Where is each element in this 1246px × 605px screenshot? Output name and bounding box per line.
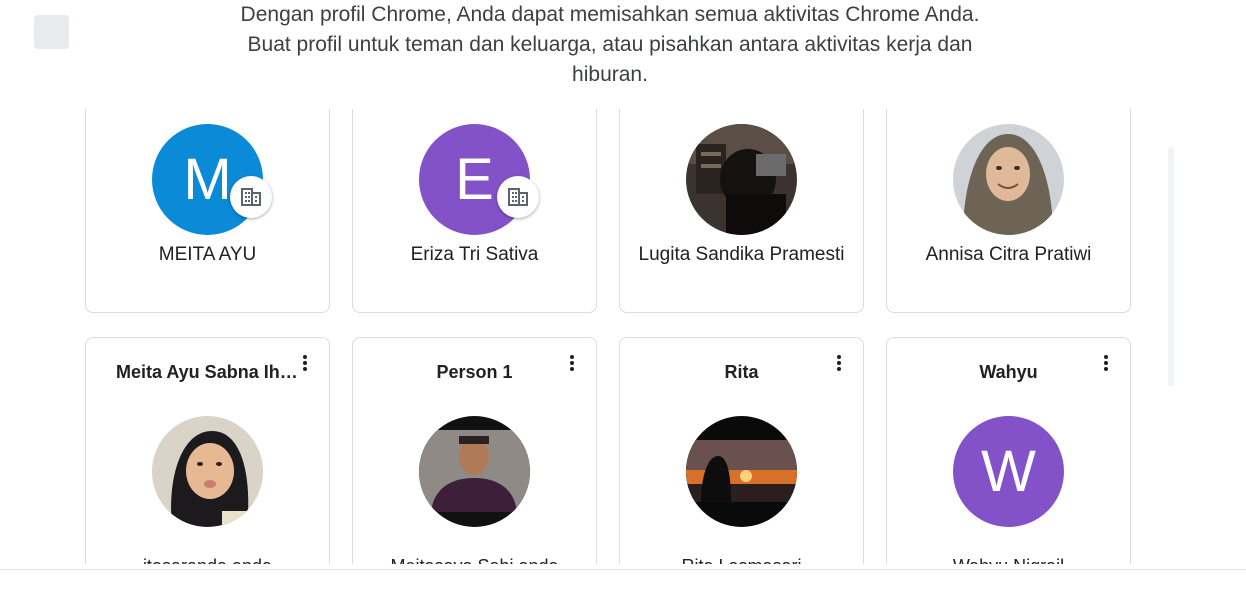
profile-title: Wahyu xyxy=(979,362,1038,382)
profile-card[interactable]: Meita Ayu Sabna Ihsani itasaranda anda xyxy=(85,337,330,564)
profile-grid: M MEITA AYU E Eriza Tri Sativa Lugita Sa… xyxy=(0,109,1246,564)
profile-name: Rita Lasmasari xyxy=(630,556,853,564)
profile-name: Lugita Sandika Pramesti xyxy=(638,244,845,265)
profile-card-managed[interactable]: M MEITA AYU xyxy=(85,109,330,313)
building-icon xyxy=(230,176,272,218)
man-portrait-photo xyxy=(419,416,530,527)
profile-title: Person 1 xyxy=(436,362,513,382)
avatar: W xyxy=(953,416,1064,527)
building-icon xyxy=(497,176,539,218)
profile-card[interactable]: Wahyu W Wahyu Nigrail xyxy=(886,337,1131,564)
more-vert-icon[interactable] xyxy=(831,354,847,372)
avatar-initial: E xyxy=(455,146,494,212)
profile-name: Annisa Citra Pratiwi xyxy=(925,244,1092,265)
profile-card-managed[interactable]: E Eriza Tri Sativa xyxy=(352,109,597,313)
back-button-placeholder[interactable] xyxy=(34,15,69,49)
profile-name: Wahyu Nigrail xyxy=(897,556,1120,564)
avatar-initial: W xyxy=(981,438,1036,504)
profile-name: Eriza Tri Sativa xyxy=(410,244,539,265)
profile-title: Rita xyxy=(724,362,759,382)
more-vert-icon[interactable] xyxy=(297,354,313,372)
more-vert-icon[interactable] xyxy=(1098,354,1114,372)
profile-name: MEITA AYU xyxy=(158,244,257,265)
hijab-portrait-photo xyxy=(953,124,1064,235)
profile-card[interactable]: Person 1 Meitasaya Sabi anda xyxy=(352,337,597,564)
more-vert-icon[interactable] xyxy=(564,354,580,372)
selfie-photo xyxy=(152,416,263,527)
profile-card[interactable]: Rita Rita Lasmasari xyxy=(619,337,864,564)
divider xyxy=(0,569,1246,570)
profile-card[interactable]: Lugita Sandika Pramesti xyxy=(619,109,864,313)
profile-title: Meita Ayu Sabna Ihsani xyxy=(116,362,299,382)
laptop-photo xyxy=(686,124,797,235)
profile-name: Meitasaya Sabi anda xyxy=(363,556,586,564)
sunset-photo xyxy=(686,416,797,527)
scrollbar[interactable] xyxy=(1168,147,1174,386)
profile-card[interactable]: Annisa Citra Pratiwi xyxy=(886,109,1131,313)
avatar-initial: M xyxy=(183,146,232,212)
profile-name: itasaranda anda xyxy=(96,556,319,564)
intro-text: Dengan profil Chrome, Anda dapat memisah… xyxy=(240,3,980,86)
